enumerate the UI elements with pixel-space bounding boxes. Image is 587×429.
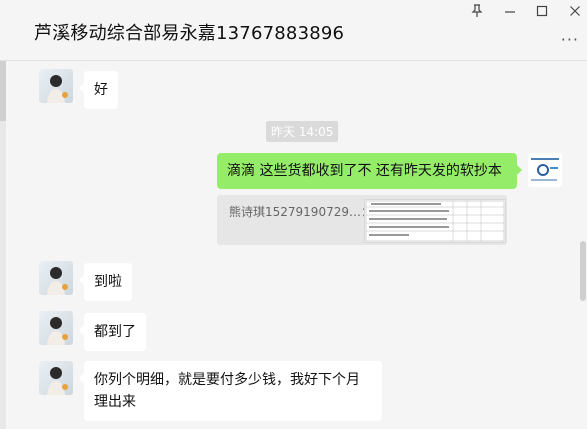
close-icon[interactable] [565,4,585,22]
quoted-message[interactable]: 熊诗琪15279190729…： [217,195,507,245]
message-list[interactable]: 好 昨天 14:05 滴滴 这些货都收到了不 还有昨天发的软抄本 熊诗琪1527… [0,61,587,429]
quote-image[interactable] [364,199,506,243]
avatar[interactable] [39,311,73,345]
quote-text: 熊诗琪15279190729…： [229,205,373,219]
timestamp: 昨天 14:05 [266,121,339,142]
message-bubble[interactable]: 你列个明细，就是要付多少钱，我好下个月理出来 [79,361,382,421]
message-bubble[interactable]: 都到了 [79,313,146,351]
avatar[interactable] [39,69,73,103]
more-icon[interactable]: ··· [561,30,579,49]
avatar[interactable] [528,153,562,187]
avatar[interactable] [39,261,73,295]
title-bar: 芦溪移动综合部易永嘉13767883896 ··· [0,0,587,61]
my-message-bubble[interactable]: 滴滴 这些货都收到了不 还有昨天发的软抄本 [217,153,522,189]
minimize-icon[interactable] [500,4,520,22]
left-edge [0,61,6,429]
pin-icon[interactable] [467,4,487,22]
chat-title: 芦溪移动综合部易永嘉13767883896 [34,23,345,44]
message-bubble[interactable]: 好 [79,71,118,109]
message-bubble[interactable]: 到啦 [79,263,132,301]
maximize-icon[interactable] [532,4,552,22]
scrollbar[interactable] [580,61,586,429]
avatar[interactable] [39,361,73,395]
